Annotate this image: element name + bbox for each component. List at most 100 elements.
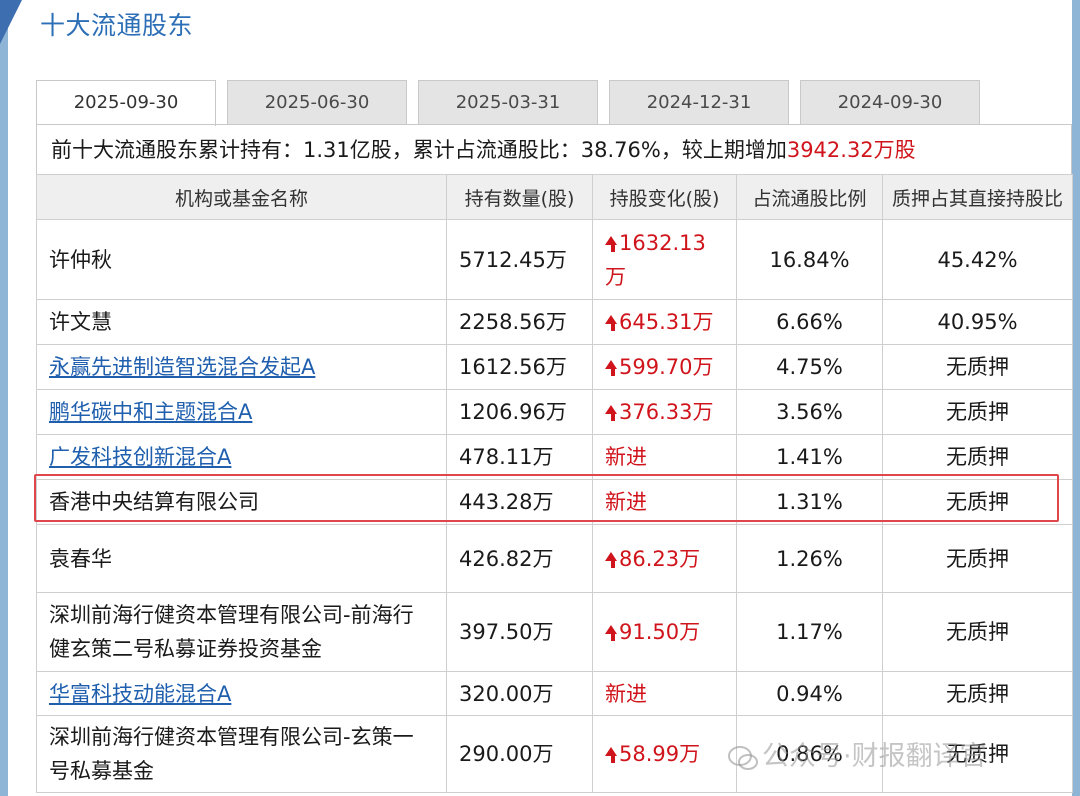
ratio-cell: 0.86%	[736, 715, 883, 793]
ratio-cell: 1.26%	[736, 524, 883, 593]
ratio-cell: 3.56%	[736, 389, 883, 435]
fund-link[interactable]: 广发科技创新混合A	[49, 445, 231, 469]
holder-name: 许文慧	[49, 310, 112, 334]
shares-cell: 2258.56万	[446, 299, 593, 345]
holder-name-cell[interactable]: 永赢先进制造智选混合发起A	[36, 344, 447, 390]
header-pledge: 质押占其直接持股比	[882, 174, 1073, 220]
tab-2025-06-30[interactable]: 2025-06-30	[227, 80, 407, 124]
corner-decoration	[0, 0, 22, 44]
change-cell: 91.50万	[592, 592, 737, 672]
pledge-cell: 无质押	[882, 592, 1073, 672]
right-frame-border	[1072, 0, 1080, 796]
change-cell: 新进	[592, 671, 737, 716]
pledge-cell: 45.42%	[882, 219, 1073, 300]
section-title: 十大流通股东	[40, 11, 194, 40]
change-cell: 新进	[592, 479, 737, 525]
table-row: 永赢先进制造智选混合发起A 1612.56万 599.70万 4.75% 无质押	[36, 344, 1073, 390]
ratio-cell: 6.66%	[736, 299, 883, 345]
change-cell: 58.99万	[592, 715, 737, 793]
summary-increase: 3942.32万股	[786, 138, 916, 162]
change-value: 58.99万	[619, 742, 701, 766]
change-value: 86.23万	[619, 546, 701, 571]
holdings-summary: 前十大流通股东累计持有：1.31亿股，累计占流通股比：38.76%，较上期增加3…	[36, 124, 1072, 174]
holder-name: 袁春华	[49, 546, 112, 571]
tab-2024-09-30[interactable]: 2024-09-30	[800, 80, 980, 124]
table-row: 香港中央结算有限公司 443.28万 新进 1.31% 无质押	[36, 479, 1073, 525]
header-change: 持股变化(股)	[592, 174, 737, 220]
shares-cell: 426.82万	[446, 524, 593, 593]
change-value: 599.70万	[619, 355, 714, 379]
ratio-cell: 1.31%	[736, 479, 883, 525]
summary-text: 前十大流通股东累计持有：1.31亿股，累计占流通股比：38.76%，较上期增加	[51, 138, 787, 162]
up-arrow-icon	[605, 547, 619, 571]
pledge-cell: 无质押	[882, 389, 1073, 435]
change-cell: 1632.13万	[592, 219, 737, 300]
change-value: 1632.13万	[605, 230, 706, 289]
holder-name-cell: 许文慧	[36, 299, 447, 345]
up-arrow-icon	[605, 400, 619, 424]
shares-cell: 443.28万	[446, 479, 593, 525]
table-row: 深圳前海行健资本管理有限公司-前海行健玄策二号私募证券投资基金 397.50万 91…	[36, 592, 1073, 672]
holder-name-cell[interactable]: 华富科技动能混合A	[36, 671, 447, 716]
change-value: 645.31万	[619, 310, 714, 334]
holder-name-cell: 袁春华	[36, 524, 447, 593]
holder-name-cell: 许仲秋	[36, 219, 447, 300]
change-value: 新进	[605, 681, 647, 706]
pledge-cell: 无质押	[882, 479, 1073, 525]
holder-name-cell: 深圳前海行健资本管理有限公司-玄策一号私募基金	[36, 715, 447, 793]
change-value: 新进	[605, 490, 647, 514]
table-header-row: 机构或基金名称 持有数量(股) 持股变化(股) 占流通股比例 质押占其直接持股比	[36, 174, 1073, 220]
pledge-cell: 无质押	[882, 344, 1073, 390]
pledge-cell: 40.95%	[882, 299, 1073, 345]
up-arrow-icon	[605, 310, 619, 334]
holder-name-cell[interactable]: 广发科技创新混合A	[36, 434, 447, 480]
header-name: 机构或基金名称	[36, 174, 447, 220]
ratio-cell: 4.75%	[736, 344, 883, 390]
fund-link[interactable]: 鹏华碳中和主题混合A	[49, 400, 252, 424]
shares-cell: 1612.56万	[446, 344, 593, 390]
shares-cell: 5712.45万	[446, 219, 593, 300]
fund-link[interactable]: 永赢先进制造智选混合发起A	[49, 355, 315, 379]
holder-name-cell: 香港中央结算有限公司	[36, 479, 447, 525]
holder-name-cell: 深圳前海行健资本管理有限公司-前海行健玄策二号私募证券投资基金	[36, 592, 447, 672]
change-value: 376.33万	[619, 400, 714, 424]
holder-name-cell[interactable]: 鹏华碳中和主题混合A	[36, 389, 447, 435]
pledge-cell: 无质押	[882, 671, 1073, 716]
ratio-cell: 1.17%	[736, 592, 883, 672]
ratio-cell: 1.41%	[736, 434, 883, 480]
up-arrow-icon	[605, 231, 619, 255]
ratio-cell: 0.94%	[736, 671, 883, 716]
shareholders-table: 机构或基金名称 持有数量(股) 持股变化(股) 占流通股比例 质押占其直接持股比…	[36, 174, 1073, 793]
shares-cell: 320.00万	[446, 671, 593, 716]
table-row: 深圳前海行健资本管理有限公司-玄策一号私募基金 290.00万 58.99万 0.86…	[36, 715, 1073, 793]
table-row: 广发科技创新混合A 478.11万 新进 1.41% 无质押	[36, 434, 1073, 480]
change-cell: 新进	[592, 434, 737, 480]
ratio-cell: 16.84%	[736, 219, 883, 300]
shares-cell: 1206.96万	[446, 389, 593, 435]
tab-2024-12-31[interactable]: 2024-12-31	[609, 80, 789, 124]
pledge-cell: 无质押	[882, 434, 1073, 480]
holder-name: 深圳前海行健资本管理有限公司-前海行健玄策二号私募证券投资基金	[49, 603, 414, 661]
table-row: 袁春华 426.82万 86.23万 1.26% 无质押	[36, 524, 1073, 593]
header-shares: 持有数量(股)	[446, 174, 593, 220]
table-row: 许仲秋 5712.45万 1632.13万 16.84% 45.42%	[36, 219, 1073, 300]
change-cell: 599.70万	[592, 344, 737, 390]
holder-name: 许仲秋	[49, 247, 112, 272]
holder-name: 香港中央结算有限公司	[49, 490, 259, 514]
table-row: 鹏华碳中和主题混合A 1206.96万 376.33万 3.56% 无质押	[36, 389, 1073, 435]
left-frame-border	[0, 0, 8, 796]
change-value: 新进	[605, 445, 647, 469]
shares-cell: 478.11万	[446, 434, 593, 480]
header-ratio: 占流通股比例	[736, 174, 883, 220]
tab-2025-09-30[interactable]: 2025-09-30	[36, 80, 216, 126]
table-row: 华富科技动能混合A 320.00万 新进 0.94% 无质押	[36, 671, 1073, 716]
change-cell: 376.33万	[592, 389, 737, 435]
change-cell: 645.31万	[592, 299, 737, 345]
shares-cell: 397.50万	[446, 592, 593, 672]
change-cell: 86.23万	[592, 524, 737, 593]
change-value: 91.50万	[619, 620, 701, 644]
holder-name: 深圳前海行健资本管理有限公司-玄策一号私募基金	[49, 725, 414, 783]
fund-link[interactable]: 华富科技动能混合A	[49, 682, 231, 706]
pledge-cell: 无质押	[882, 524, 1073, 593]
tab-2025-03-31[interactable]: 2025-03-31	[418, 80, 598, 124]
